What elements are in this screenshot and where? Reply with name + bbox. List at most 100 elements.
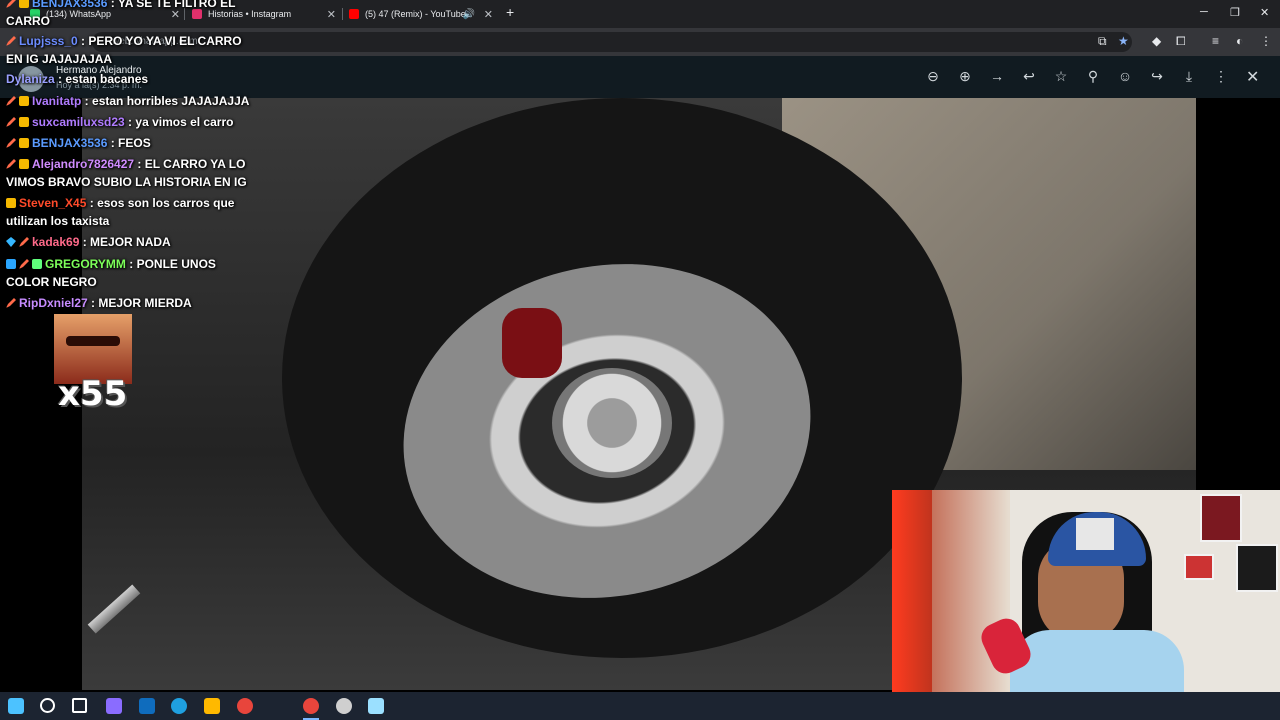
puzzle-icon[interactable]: ⧠ (1176, 34, 1186, 49)
download-icon[interactable]: ⤓ (1180, 68, 1198, 85)
chat-message: Alejandro7826427 : EL CARRO YA LO VIMOS … (6, 155, 256, 191)
reply-icon[interactable]: ↩ (1020, 68, 1038, 85)
chat-separator: : (124, 115, 136, 129)
chat-message: GREGORYMM : PONLE UNOS COLOR NEGRO (6, 255, 256, 291)
sub-badge-icon (19, 0, 29, 8)
sword-badge-icon (6, 298, 16, 308)
new-tab-button[interactable]: + (506, 4, 514, 20)
chat-text: MEJOR MIERDA (98, 296, 192, 310)
audio-icon[interactable]: 🔊 (463, 9, 475, 20)
chrome-active-icon[interactable] (303, 698, 319, 714)
chat-username[interactable]: suxcamiluxsd23 (32, 115, 125, 129)
chat-message: BENJAX3536 : YA SE TE FILTRO EL CARRO (6, 0, 256, 30)
obs-icon[interactable] (336, 698, 352, 714)
chat-username[interactable]: Dylaniza (6, 72, 55, 86)
youtube-icon (349, 9, 359, 19)
chat-separator: : (107, 0, 118, 10)
store-icon[interactable] (204, 698, 220, 714)
close-viewer-icon[interactable]: ✕ (1246, 67, 1259, 87)
chat-username[interactable]: Steven_X45 (19, 196, 86, 210)
more-icon[interactable]: ⋮ (1212, 68, 1230, 85)
chat-username[interactable]: RipDxniel27 (19, 296, 88, 310)
brake-caliper (502, 308, 562, 378)
wall-poster (1184, 554, 1214, 580)
profile-icon[interactable]: ◐ (1236, 34, 1243, 48)
sword-badge-icon (6, 159, 16, 169)
chat-separator: : (125, 257, 137, 271)
tab-youtube[interactable]: (5) 47 (Remix) - YouTube 🔊 ✕ (349, 4, 493, 24)
chat-username[interactable]: Lupjsss_0 (19, 34, 78, 48)
chat-message: kadak69 : MEJOR NADA (6, 233, 256, 251)
chat-username[interactable]: kadak69 (32, 235, 79, 249)
chat-message: Ivanitatp : estan horribles JAJAJAJJA (6, 92, 256, 110)
sub-badge-icon (19, 138, 29, 148)
chat-text: ya vimos el carro (135, 115, 234, 129)
minimize-icon[interactable]: ─ (1200, 6, 1208, 18)
app-icon[interactable] (368, 698, 384, 714)
gem-badge-icon (6, 237, 16, 247)
chat-message: Steven_X45 : esos son los carros que uti… (6, 194, 256, 230)
chat-separator: : (86, 196, 98, 210)
task-view-icon[interactable] (72, 698, 87, 713)
chat-username[interactable]: Alejandro7826427 (32, 157, 134, 171)
close-window-icon[interactable]: ✕ (1260, 6, 1269, 19)
share-icon[interactable]: ↪ (1148, 68, 1166, 85)
windows-start-icon[interactable] (8, 698, 24, 714)
chat-separator: : (81, 94, 93, 108)
close-tab-icon[interactable]: ✕ (327, 8, 336, 21)
zoom-out-icon[interactable]: ⊖ (924, 68, 942, 85)
chat-username[interactable]: Ivanitatp (32, 94, 81, 108)
chat-message: Lupjsss_0 : PERO YO YA VI EL CARRO EN IG… (6, 32, 256, 68)
chat-text: estan bacanes (65, 72, 149, 86)
bookmark-star-icon[interactable]: ★ (1118, 34, 1129, 48)
chat-separator: : (79, 235, 91, 249)
search-icon[interactable] (40, 698, 55, 713)
windows-taskbar (0, 692, 1280, 720)
chat-text: estan horribles JAJAJAJJA (92, 94, 250, 108)
chat-separator: : (77, 34, 89, 48)
install-app-icon[interactable]: ⧉ (1098, 34, 1107, 49)
streamer-webcam (892, 490, 1280, 720)
sword-badge-icon (6, 117, 16, 127)
wall-poster (1236, 544, 1278, 592)
webcam-red-light (892, 490, 932, 720)
chat-message: RipDxniel27 : MEJOR MIERDA (6, 294, 256, 312)
browser-menu-icon[interactable]: ⋮ (1260, 34, 1272, 48)
star-icon[interactable]: ☆ (1052, 68, 1070, 85)
chat-separator: : (134, 157, 145, 171)
pin-icon[interactable]: ⚲ (1084, 68, 1102, 85)
sword-badge-icon (19, 259, 29, 269)
zoom-in-icon[interactable]: ⊕ (956, 68, 974, 85)
emoji-icon[interactable]: ☺ (1116, 68, 1134, 85)
chat-separator: : (87, 296, 99, 310)
emote-mouth (66, 336, 120, 346)
sub-badge-icon (19, 96, 29, 106)
restore-icon[interactable]: ❐ (1230, 6, 1240, 19)
forward-arrow-icon[interactable]: → (988, 68, 1006, 85)
chat-text: MEJOR NADA (90, 235, 171, 249)
metal-bar (87, 584, 141, 634)
edge-icon[interactable] (171, 698, 187, 714)
reading-list-icon[interactable]: ≡ (1212, 34, 1219, 48)
outlook-icon[interactable] (139, 698, 155, 714)
chat-separator: : (54, 72, 66, 86)
tab-divider (342, 8, 343, 20)
chat-message: BENJAX3536 : FEOS (6, 134, 256, 152)
extension-icon[interactable]: ◆ (1152, 34, 1161, 48)
chat-text: FEOS (118, 136, 151, 150)
sub-badge-icon (19, 159, 29, 169)
sub-badge-icon (19, 117, 29, 127)
chat-message: Dylaniza : estan bacanes (6, 70, 256, 88)
sub-badge-icon (6, 198, 16, 208)
chat-separator: : (107, 136, 119, 150)
wheel-hub (552, 368, 672, 478)
close-tab-icon[interactable]: ✕ (484, 8, 493, 21)
chat-username[interactable]: GREGORYMM (45, 257, 126, 271)
emote-combo-count: x55 (58, 374, 128, 414)
sword-badge-icon (6, 36, 16, 46)
sword-badge-icon (6, 138, 16, 148)
copilot-icon[interactable] (106, 698, 122, 714)
chrome-icon[interactable] (237, 698, 253, 714)
chat-username[interactable]: BENJAX3536 (32, 136, 107, 150)
chat-username[interactable]: BENJAX3536 (32, 0, 107, 10)
